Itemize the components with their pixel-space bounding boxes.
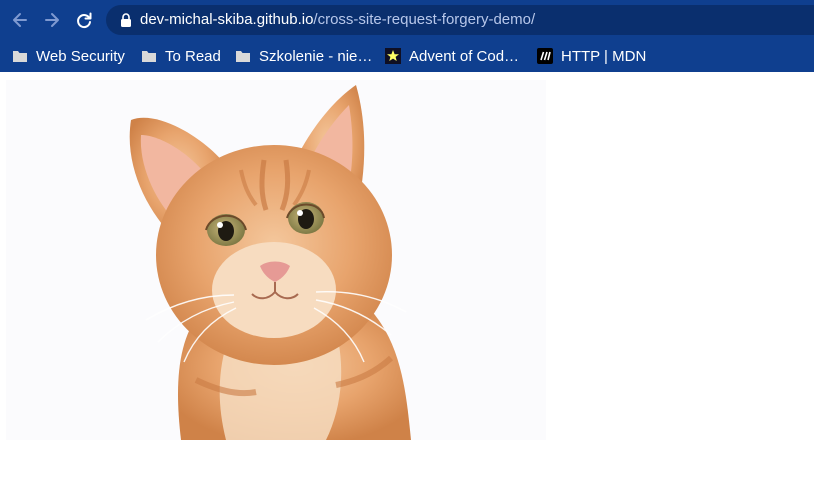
page-content [0, 72, 814, 484]
bookmark-label: Web Security [36, 47, 125, 65]
arrow-right-icon [45, 13, 59, 27]
folder-icon [141, 48, 157, 64]
bookmark-label: Szkolenie - nie… [259, 47, 373, 65]
arrow-left-icon [13, 13, 27, 27]
lock-icon [121, 13, 131, 27]
url-path: /cross-site-request-forgery-demo/ [313, 11, 536, 28]
bookmark-label: HTTP | MDN [561, 47, 647, 65]
browser-toolbar: dev-michal-skiba.github.io/cross-site-re… [0, 0, 814, 40]
reload-icon [77, 12, 92, 29]
folder-icon [12, 48, 28, 64]
bookmark-label: Advent of Cod… [409, 47, 520, 65]
cat-image [6, 80, 546, 440]
bookmark-label: To Read [165, 47, 221, 65]
bookmark-http-mdn[interactable]: HTTP | MDN [537, 40, 646, 72]
folder-icon [235, 48, 251, 64]
mdn-icon [537, 48, 553, 64]
url-host: dev-michal-skiba.github.io [140, 11, 314, 28]
reload-button[interactable] [72, 8, 96, 32]
bookmark-szkolenie[interactable]: Szkolenie - nie… [235, 40, 372, 72]
bookmarks-bar: Web Security To Read Szkolenie - nie… Ad… [0, 40, 814, 72]
url-text[interactable]: dev-michal-skiba.github.io/cross-site-re… [140, 11, 535, 29]
address-bar[interactable]: dev-michal-skiba.github.io/cross-site-re… [106, 5, 814, 35]
bookmark-to-read[interactable]: To Read [141, 40, 221, 72]
forward-button[interactable] [40, 8, 64, 32]
bookmark-advent-of-code[interactable]: Advent of Cod… [385, 40, 519, 72]
back-button[interactable] [8, 8, 32, 32]
bookmark-web-security[interactable]: Web Security [12, 40, 125, 72]
star-icon [385, 48, 401, 64]
